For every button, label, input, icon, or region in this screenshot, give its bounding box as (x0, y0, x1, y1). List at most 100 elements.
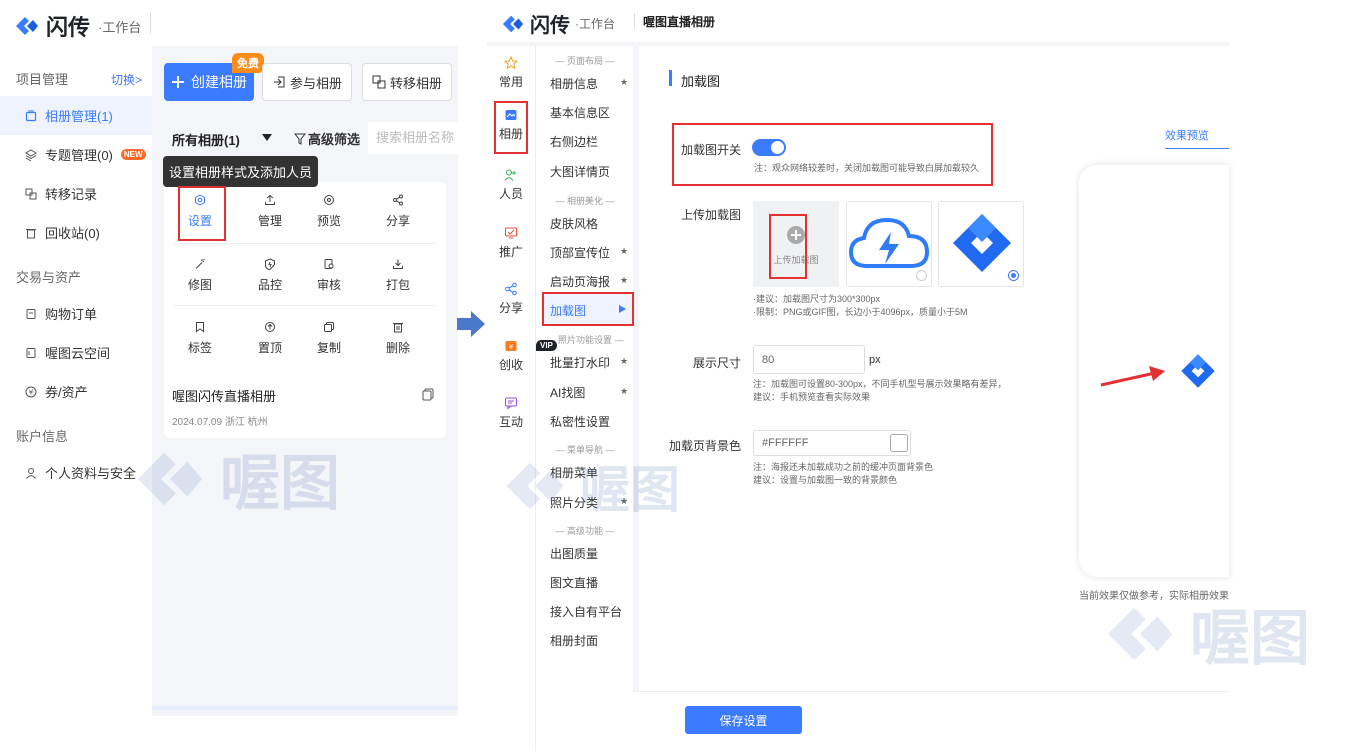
action-pin-top[interactable]: 置顶 (247, 313, 293, 363)
submenu-heading: — 高级功能 — (555, 526, 615, 536)
brand-name: 闪传 (530, 15, 570, 37)
shield-icon (265, 257, 275, 270)
nav-item-orders[interactable]: 购物订单 (0, 294, 152, 333)
advanced-filter-button[interactable]: 高级筛选 (294, 129, 360, 148)
bg-color-input[interactable]: #FFFFFF (753, 430, 911, 456)
nav-item-transfer-log[interactable]: 转移记录 (0, 174, 152, 213)
section-bar (669, 70, 672, 86)
submenu-item-menu-0[interactable]: 相册菜单 (550, 464, 598, 481)
action-eye[interactable]: 预览 (306, 186, 352, 236)
highlight-loading-image (542, 292, 634, 326)
nav-item-cloud[interactable]: 喔图云空间 (0, 333, 152, 372)
transfer-album-button[interactable]: 转移相册 (362, 63, 452, 101)
user-icon (26, 467, 36, 479)
switch-knob (771, 141, 784, 154)
action-upload[interactable]: 管理 (247, 186, 293, 236)
search-album-input[interactable]: 搜索相册名称 (368, 122, 458, 154)
preview-tab[interactable]: 效果预览 (1165, 127, 1209, 143)
trash-icon (26, 228, 36, 238)
album-card[interactable]: 喔图闪传直播相册 2024.07.09 浙江 杭州 (164, 372, 446, 438)
switch-link[interactable]: 切换> (111, 64, 142, 96)
color-swatch[interactable] (890, 434, 908, 452)
submenu-item-adv-3[interactable]: 相册封面 (550, 632, 598, 649)
action-magic-wand[interactable]: 修图 (177, 250, 223, 300)
action-trash[interactable]: 删除 (375, 313, 421, 363)
phone-preview (1079, 165, 1229, 577)
loading-image-switch[interactable] (752, 139, 786, 156)
action-label: 打包 (385, 277, 410, 292)
action-bookmark[interactable]: 标签 (177, 313, 223, 363)
section-title: 加载图 (681, 74, 721, 89)
submenu-item-layout-3[interactable]: 大图详情页 (550, 163, 610, 180)
row-divider (174, 243, 436, 244)
submenu-item-layout-2[interactable]: 右侧边栏 (550, 133, 598, 150)
sidebar-tab-share[interactable]: 分享 (487, 282, 535, 316)
preset-radio[interactable] (916, 270, 927, 281)
left-screenshot: 闪传 ·工作台 项目管理 切换> 相册管理(1) 专题管理(0) NEW 转移记录… (0, 0, 458, 716)
preset-radio-selected[interactable] (1008, 270, 1019, 281)
submenu-item-beauty-2[interactable]: 启动页海报 (550, 273, 610, 290)
bg-note-2: 建议：设置与加载图一致的背景颜色 (753, 475, 898, 485)
action-copy[interactable]: 复制 (306, 313, 352, 363)
submenu-item-photo-1[interactable]: AI找图 (550, 384, 585, 401)
bg-label: 加载页背景色 (668, 439, 741, 453)
submenu-item-adv-1[interactable]: 图文直播 (550, 574, 598, 591)
action-share[interactable]: 分享 (375, 186, 421, 236)
join-album-button[interactable]: 参与相册 (262, 63, 352, 101)
divider (150, 12, 151, 34)
preset-cloud-image[interactable] (846, 201, 932, 287)
submenu-item-adv-0[interactable]: 出图质量 (550, 545, 598, 562)
save-settings-button[interactable]: 保存设置 (685, 706, 802, 734)
sidebar-tab-label: 人员 (498, 187, 523, 201)
loading-logo-icon (1181, 354, 1215, 388)
nav-item-topic-manage[interactable]: 专题管理(0) NEW (0, 135, 152, 174)
nav-item-album-manage[interactable]: 相册管理(1) (0, 96, 152, 135)
copy-icon[interactable] (422, 388, 434, 401)
submenu-item-beauty-1[interactable]: 顶部宣传位 (550, 244, 610, 261)
size-unit: px (869, 354, 881, 366)
size-input[interactable]: 80 (753, 345, 865, 374)
top-bar: 闪传 ·工作台 喔图直播相册 (487, 0, 1229, 42)
highlight-settings (178, 186, 226, 241)
action-label: 品控 (257, 277, 282, 292)
submenu-item-photo-0[interactable]: 批量打水印 (550, 354, 610, 371)
sidebar-tab-star[interactable]: 常用 (487, 56, 535, 90)
size-note-2: 建议：手机预览查看实际效果 (753, 392, 871, 402)
submenu-item-adv-2[interactable]: 接入自有平台 (550, 603, 622, 620)
star-icon: ★ (620, 77, 629, 87)
submenu-item-layout-0[interactable]: 相册信息 (550, 75, 598, 92)
people-icon (504, 169, 516, 181)
review-icon (324, 258, 334, 269)
order-icon (26, 308, 36, 319)
transfer-icon (25, 188, 37, 199)
sidebar-tab-interact[interactable]: 互动 (487, 396, 535, 430)
action-label: 管理 (257, 213, 282, 228)
switch-note: 注：观众网络较差时，关闭加载图可能导致白屏加载较久 (754, 163, 980, 173)
sidebar-tab-revenue[interactable]: ¥ 创收 (487, 339, 535, 373)
radio-dot (1011, 273, 1016, 278)
sidebar-tab-promote[interactable]: 推广 (487, 226, 535, 260)
nav-item-recycle-bin[interactable]: 回收站(0) (0, 213, 152, 252)
caret-down-icon[interactable] (262, 134, 272, 142)
nav-item-profile[interactable]: 个人资料与安全 (0, 453, 152, 492)
submenu-item-photo-2[interactable]: 私密性设置 (550, 413, 610, 430)
sidebar-tab-label: 推广 (498, 245, 523, 259)
preset-logo-image[interactable] (938, 201, 1024, 287)
submenu-item-beauty-0[interactable]: 皮肤风格 (550, 215, 598, 232)
trash-icon (393, 322, 403, 332)
sidebar-tab-people[interactable]: 人员 (487, 168, 535, 202)
plus-icon (172, 76, 184, 88)
nav-item-coupons[interactable]: ¥ 券/资产 (0, 372, 152, 411)
brand-sub: ·工作台 (575, 17, 615, 31)
pin-top-icon (265, 321, 275, 332)
all-albums-filter[interactable]: 所有相册(1) (172, 130, 240, 149)
submenu-heading: — 相册美化 — (555, 196, 615, 206)
action-review[interactable]: 审核 (306, 250, 352, 300)
coupon-icon: ¥ (25, 386, 37, 397)
submenu-item-layout-1[interactable]: 基本信息区 (550, 104, 610, 121)
submenu-item-menu-1[interactable]: 照片分类 (550, 494, 598, 511)
action-download[interactable]: 打包 (375, 250, 421, 300)
action-shield[interactable]: 品控 (247, 250, 293, 300)
size-note-1: 注：加载图可设置80-300px，不同手机型号展示效果略有差异， (753, 379, 1007, 389)
sidebar-tab-label: 创收 (498, 358, 523, 372)
